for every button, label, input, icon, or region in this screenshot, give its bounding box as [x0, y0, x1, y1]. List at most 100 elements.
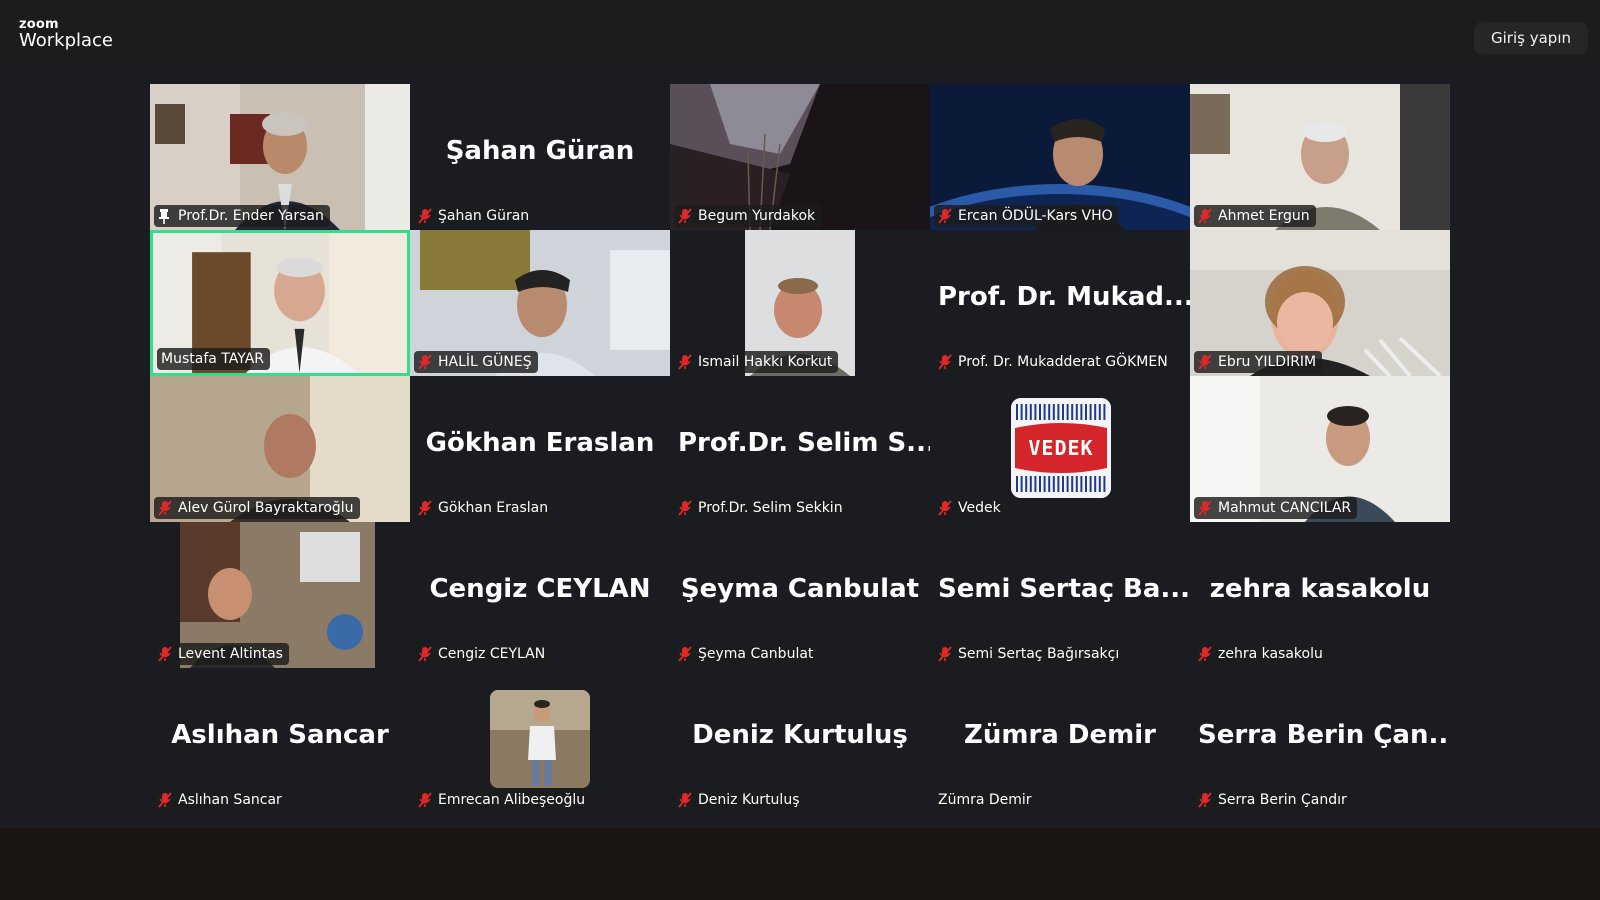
participant-tile[interactable]: Aslıhan Sancar Aslıhan Sancar — [150, 668, 410, 814]
participant-tile[interactable]: Gökhan Eraslan Gökhan Eraslan — [410, 376, 670, 522]
participant-tile[interactable]: Alev Gürol Bayraktaroğlu — [150, 376, 410, 522]
participant-name: Ismail Hakkı Korkut — [698, 354, 833, 370]
participant-name-label: Prof.Dr. Ender Yarsan — [154, 205, 330, 227]
participant-tile[interactable]: Prof. Dr. Mukad... Prof. Dr. Mukadderat G… — [930, 230, 1190, 376]
vedek-logo: VEDEK — [1011, 398, 1111, 498]
participant-name-label: Mustafa TAYAR — [157, 348, 270, 370]
participant-name-label: Cengiz CEYLAN — [414, 643, 552, 665]
participant-display-name: Aslıhan Sancar — [171, 720, 389, 750]
participant-name: Begum Yurdakok — [698, 208, 816, 224]
microphone-muted-icon — [418, 500, 432, 516]
participant-name-label: Aslıhan Sancar — [154, 789, 288, 811]
participant-name: zehra kasakolu — [1218, 646, 1323, 662]
microphone-muted-icon — [938, 646, 952, 662]
participant-name: Prof. Dr. Mukadderat GÖKMEN — [958, 354, 1168, 370]
participant-tile[interactable]: Zümra Demir Zümra Demir — [930, 668, 1190, 814]
participant-name: Şahan Güran — [438, 208, 530, 224]
participant-display-name: Şahan Güran — [445, 136, 635, 166]
participant-name: Zümra Demir — [938, 792, 1032, 808]
participant-display-name: Prof. Dr. Mukad... — [938, 282, 1190, 312]
participant-display-name: Deniz Kurtuluş — [692, 720, 908, 750]
participant-name-label: Prof.Dr. Selim Sekkin — [674, 497, 849, 519]
microphone-muted-icon — [1198, 500, 1212, 516]
participant-name-label: Begum Yurdakok — [674, 205, 822, 227]
participant-name-label: Alev Gürol Bayraktaroğlu — [154, 497, 360, 519]
participant-tile[interactable]: Mahmut CANCILAR — [1190, 376, 1450, 522]
sign-in-button[interactable]: Giriş yapın — [1474, 22, 1588, 54]
zoom-workplace-logo: zoom Workplace — [19, 18, 113, 50]
participant-tile[interactable]: Şeyma Canbulat Şeyma Canbulat — [670, 522, 930, 668]
microphone-muted-icon — [938, 354, 952, 370]
title-bar: zoom Workplace Giriş yapın — [0, 0, 1600, 66]
participant-name: Alev Gürol Bayraktaroğlu — [178, 500, 354, 516]
participant-name: Levent Altintas — [178, 646, 283, 662]
participant-tile[interactable]: Ercan ÖDÜL-Kars VHO — [930, 84, 1190, 230]
pin-icon — [158, 208, 170, 224]
microphone-muted-icon — [678, 354, 692, 370]
participant-name: Semi Sertaç Bağırsakçı — [958, 646, 1120, 662]
microphone-muted-icon — [1198, 646, 1212, 662]
participant-name-label: Gökhan Eraslan — [414, 497, 555, 519]
microphone-muted-icon — [158, 500, 172, 516]
participant-name: Gökhan Eraslan — [438, 500, 549, 516]
participant-tile[interactable]: Levent Altintas — [150, 522, 410, 668]
participant-display-name: Cengiz CEYLAN — [429, 574, 651, 604]
participant-name: Deniz Kurtuluş — [698, 792, 800, 808]
participant-tile[interactable]: Emrecan Alibeşeoğlu — [410, 668, 670, 814]
microphone-muted-icon — [418, 354, 432, 370]
participant-name: Emrecan Alibeşeoğlu — [438, 792, 586, 808]
participant-name-label: Şeyma Canbulat — [674, 643, 820, 665]
microphone-muted-icon — [678, 792, 692, 808]
participant-name-label: Ercan ÖDÜL-Kars VHO — [934, 205, 1119, 227]
participant-tile[interactable]: VEDEK Vedek — [930, 376, 1190, 522]
participant-display-name: Prof.Dr. Selim S... — [678, 428, 930, 458]
participant-name-label: Mahmut CANCILAR — [1194, 497, 1358, 519]
participant-tile[interactable]: Prof.Dr. Selim S... Prof.Dr. Selim Sekkin — [670, 376, 930, 522]
participant-name-label: Prof. Dr. Mukadderat GÖKMEN — [934, 351, 1174, 373]
participant-name: Serra Berin Çandır — [1218, 792, 1347, 808]
participant-name: Şeyma Canbulat — [698, 646, 814, 662]
participant-name: Vedek — [958, 500, 1001, 516]
participant-name-label: zehra kasakolu — [1194, 643, 1329, 665]
participant-tile[interactable]: Begum Yurdakok — [670, 84, 930, 230]
participant-name: Ahmet Ergun — [1218, 208, 1310, 224]
microphone-muted-icon — [1198, 208, 1212, 224]
participant-tile[interactable]: Şahan Güran Şahan Güran — [410, 84, 670, 230]
participant-name: Ercan ÖDÜL-Kars VHO — [958, 208, 1113, 224]
logo-main-text: Workplace — [19, 30, 114, 51]
participant-tile[interactable]: HALİL GÜNEŞ — [410, 230, 670, 376]
participant-tile[interactable]: Ebru YILDIRIM — [1190, 230, 1450, 376]
participant-tile[interactable]: Ahmet Ergun — [1190, 84, 1450, 230]
participant-name: Mahmut CANCILAR — [1218, 500, 1352, 516]
microphone-muted-icon — [678, 500, 692, 516]
participant-name: Mustafa TAYAR — [161, 351, 264, 367]
participant-tile[interactable]: Semi Sertaç Ba... Semi Sertaç Bağırsakçı — [930, 522, 1190, 668]
microphone-muted-icon — [678, 646, 692, 662]
participant-name-label: Ismail Hakkı Korkut — [674, 351, 839, 373]
participant-name: Aslıhan Sancar — [178, 792, 282, 808]
microphone-muted-icon — [938, 208, 952, 224]
participant-tile[interactable]: Mustafa TAYAR — [150, 230, 410, 376]
participant-name: Cengiz CEYLAN — [438, 646, 546, 662]
microphone-muted-icon — [418, 792, 432, 808]
participant-name-label: Zümra Demir — [934, 789, 1038, 811]
participant-grid: Prof.Dr. Ender Yarsan Şahan Güran Şahan Gü… — [150, 84, 1450, 814]
participant-name: HALİL GÜNEŞ — [438, 354, 532, 370]
participant-name-label: Ebru YILDIRIM — [1194, 351, 1323, 373]
participant-tile[interactable]: Prof.Dr. Ender Yarsan — [150, 84, 410, 230]
microphone-muted-icon — [418, 208, 432, 224]
profile-picture — [490, 690, 590, 788]
participant-name-label: Levent Altintas — [154, 643, 289, 665]
participant-tile[interactable]: zehra kasakolu zehra kasakolu — [1190, 522, 1450, 668]
participant-tile[interactable]: Cengiz CEYLAN Cengiz CEYLAN — [410, 522, 670, 668]
microphone-muted-icon — [158, 646, 172, 662]
participant-display-name: zehra kasakolu — [1209, 574, 1431, 604]
participant-tile[interactable]: Ismail Hakkı Korkut — [670, 230, 930, 376]
microphone-muted-icon — [1198, 792, 1212, 808]
participant-tile[interactable]: Deniz Kurtuluş Deniz Kurtuluş — [670, 668, 930, 814]
participant-name-label: HALİL GÜNEŞ — [414, 351, 538, 373]
participant-tile[interactable]: Serra Berin Çan... Serra Berin Çandır — [1190, 668, 1450, 814]
participant-name: Prof.Dr. Ender Yarsan — [178, 208, 324, 224]
vedek-logo-text: VEDEK — [1028, 436, 1094, 460]
participant-name-label: Ahmet Ergun — [1194, 205, 1316, 227]
